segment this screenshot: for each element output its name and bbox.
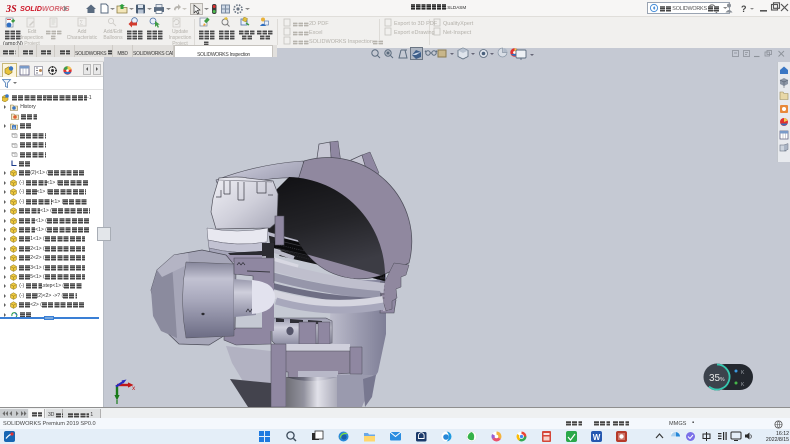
svg-text:W: W — [593, 433, 601, 442]
svg-text:x: x — [132, 385, 136, 392]
svg-text:A: A — [12, 125, 15, 130]
